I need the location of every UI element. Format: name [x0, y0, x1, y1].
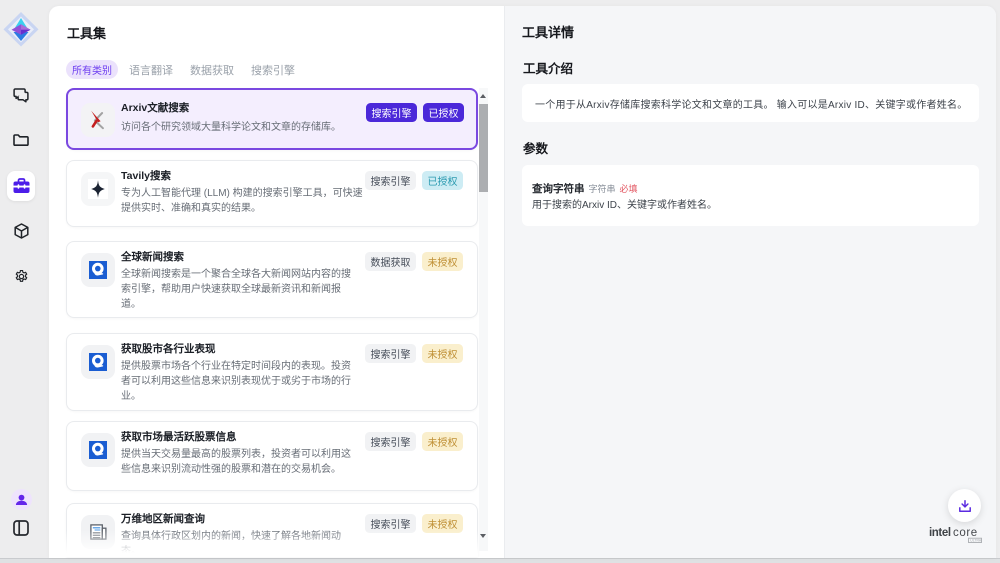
svg-text:intel: intel	[929, 527, 951, 539]
svg-text:ULTRA: ULTRA	[970, 539, 982, 543]
svg-text:core: core	[953, 527, 978, 539]
